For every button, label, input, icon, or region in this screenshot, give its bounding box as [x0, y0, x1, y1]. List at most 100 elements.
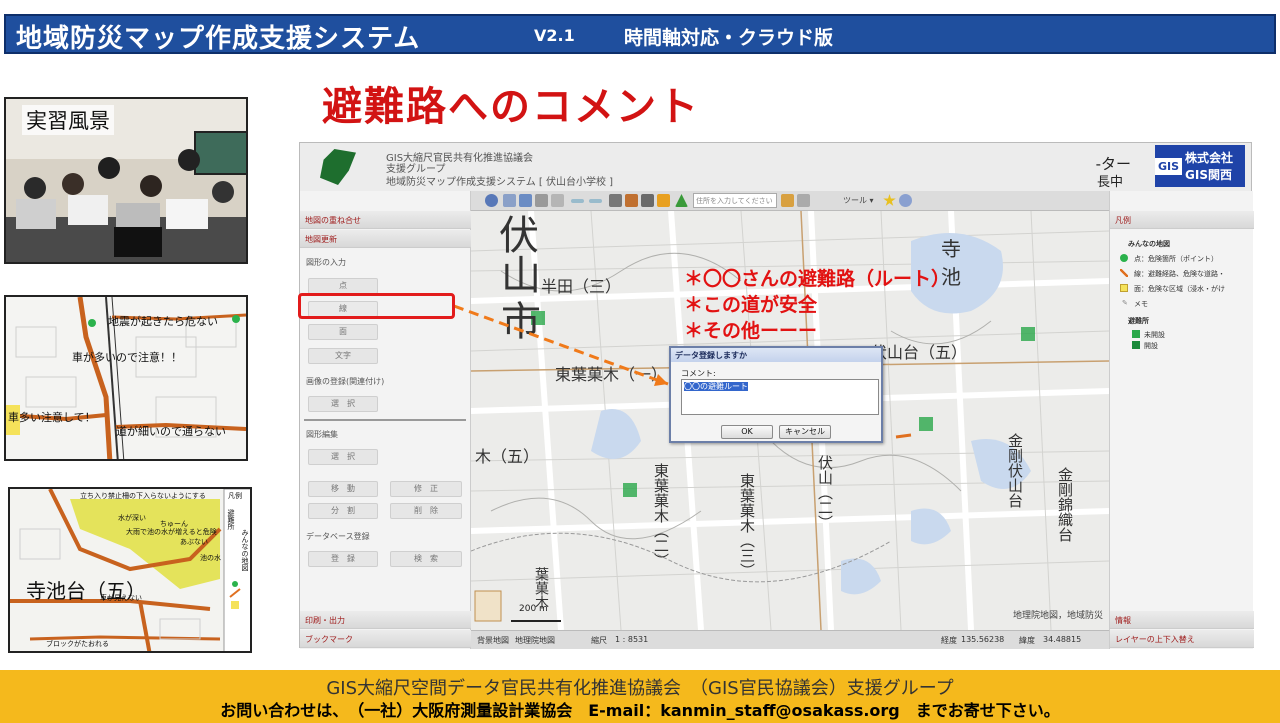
map3-note-5: あぶない	[180, 538, 208, 546]
section-overlay[interactable]: 地図の重ね合せ	[300, 211, 471, 229]
section-bookmark[interactable]: ブックマーク	[300, 630, 471, 648]
split-button[interactable]: 分 割	[308, 503, 378, 519]
zoom-icon[interactable]	[519, 194, 532, 207]
info-icon[interactable]	[485, 194, 498, 207]
legend-memo: メモ	[1134, 300, 1148, 308]
slide: 地域防災マップ作成支援システム V2.1 時間軸対応・クラウド版 避難路へのコメ…	[0, 0, 1280, 723]
header-right-2: 長中	[1096, 175, 1123, 190]
map-label-6: 寺	[941, 237, 961, 261]
line-button-highlight	[298, 293, 455, 319]
modify-button[interactable]: 修 正	[390, 481, 462, 497]
section-print[interactable]: 印刷・出力	[300, 611, 471, 629]
cancel-button[interactable]: キャンセル	[779, 425, 831, 439]
area-button[interactable]: 面	[308, 324, 378, 340]
label-shape-edit: 図形編集	[306, 430, 338, 439]
map-label-12: 金剛伏山台	[1006, 433, 1024, 508]
footer-contact: お問い合わせは、 （一社）大阪府測量設計業協会 E-mail：kanmin_st…	[220, 701, 1060, 720]
section-map-update[interactable]: 地図更新	[300, 230, 471, 248]
map-label-3: 市	[501, 299, 541, 345]
section-legend[interactable]: 凡例	[1110, 211, 1254, 229]
bg-map-select[interactable]: 地理院地図	[515, 635, 555, 646]
annotation-3: ＊その他ーーー	[684, 320, 818, 342]
layers-icon[interactable]	[625, 194, 638, 207]
distance-icon[interactable]	[589, 199, 602, 203]
map2-note-1: 地震が起きたら危ない	[108, 315, 218, 328]
photo-label: 実習風景	[22, 105, 114, 135]
move-button[interactable]: 移 動	[308, 481, 378, 497]
star-icon[interactable]	[883, 194, 896, 206]
map-label-11: 伏山（二）	[816, 455, 834, 530]
search-go-icon[interactable]	[781, 194, 794, 207]
label-db-register: データベース登録	[306, 532, 370, 541]
legend-group-shelter: 避難所	[1128, 317, 1149, 325]
map-label-4: 半田（三）	[541, 277, 622, 296]
edit-select-button[interactable]: 選 択	[308, 449, 378, 465]
save-icon[interactable]	[797, 194, 810, 207]
section-layer-order[interactable]: レイヤーの上下入替え	[1110, 630, 1254, 648]
ok-button[interactable]: OK	[721, 425, 773, 439]
help-icon[interactable]	[899, 194, 912, 207]
data-register-dialog: データ登録しますか コメント: 〇〇の避難ルート OK キャンセル	[669, 346, 883, 443]
point-button[interactable]: 点	[308, 278, 378, 294]
slide-title: 避難路へのコメント	[322, 84, 700, 130]
company-mark: GIS	[1155, 157, 1183, 175]
text-button[interactable]: 文字	[308, 348, 378, 364]
company-name: 株式会社GIS関西	[1185, 151, 1234, 182]
section-info[interactable]: 情報	[1110, 611, 1254, 629]
shelter-open-icon	[1132, 341, 1140, 349]
move-icon[interactable]	[657, 194, 670, 207]
lon-label: 経度	[941, 636, 957, 645]
comment-textarea[interactable]: 〇〇の避難ルート	[681, 379, 879, 415]
tool-menu[interactable]: ツール ▾	[843, 195, 874, 206]
warning-icon[interactable]	[675, 194, 688, 207]
map3-note-6: 池の水	[200, 554, 221, 562]
lat-label: 緯度	[1019, 636, 1035, 645]
footer: GIS大縮尺空間データ官民共有化推進協議会 （GIS官民協議会）支援グループ お…	[0, 670, 1280, 723]
route-map-thumbnail: 地震が起きたら危ない 車が多いので注意！！ 車多い注意して！ 道が細いので通らな…	[4, 295, 248, 461]
map3-note-2: 水が深い	[118, 514, 146, 522]
scale-value[interactable]: 1 : 8531	[615, 635, 648, 644]
legend-point: 点：危険箇所（ポイント）	[1134, 255, 1218, 263]
annotation-1: ＊〇〇さんの避難路（ルート）	[684, 268, 951, 290]
map3-legend-title: 凡例	[228, 492, 242, 500]
legend-line: 線：避難経路、危険な道路・	[1134, 270, 1225, 278]
shelter-closed-icon	[1132, 330, 1140, 338]
map-label-13: 金剛錦織台	[1056, 467, 1074, 542]
banner-title: 地域防災マップ作成支援システム	[16, 24, 421, 54]
map2-note-3: 車多い注意して！	[8, 411, 96, 424]
map-label-9: 東葉菓木（二）	[652, 463, 670, 568]
training-photo: 実習風景	[4, 97, 248, 264]
banner-subtitle: 時間軸対応・クラウド版	[624, 27, 834, 49]
label-shape-input: 図形の入力	[306, 258, 346, 267]
map3-legend-map: みんなの地図	[241, 529, 249, 571]
banner-version: V2.1	[534, 26, 575, 45]
panel-divider	[304, 419, 466, 421]
comment-text: 〇〇の避難ルート	[684, 382, 748, 391]
map-label-8: 伏山台（五）	[871, 343, 968, 362]
right-panel: 凡例 みんなの地図 点：危険箇所（ポイント） 線：避難経路、危険な道路・ 面：危…	[1109, 191, 1254, 649]
delete-button[interactable]: 削 除	[390, 503, 462, 519]
refresh-icon[interactable]	[551, 194, 564, 207]
register-button[interactable]: 登 録	[308, 551, 378, 567]
print-icon[interactable]	[609, 194, 622, 207]
map-label-10: 東葉菓木（三）	[738, 473, 756, 578]
address-search-input[interactable]: 住所を入力してください	[693, 193, 777, 208]
area-legend-icon	[1120, 284, 1128, 292]
region-logo-icon	[320, 149, 356, 185]
map-label-15: 葉菓木	[533, 567, 549, 609]
company-logo: GIS 株式会社GIS関西	[1155, 145, 1245, 187]
pan-icon[interactable]	[503, 194, 516, 207]
app-header: GIS大縮尺官民共有化推進協議会 支援グループ 地域防災マップ作成支援システム …	[300, 143, 1251, 191]
scale-label: 縮尺	[591, 636, 607, 645]
map3-note-1: 立ち入り禁止柵の下入らないようにする	[80, 492, 206, 500]
map-label-14: 木（五）	[475, 447, 540, 466]
search-button[interactable]: 検 索	[390, 551, 462, 567]
label-image-register: 画像の登録(関連付け)	[306, 377, 385, 386]
measure-icon[interactable]	[535, 194, 548, 207]
legend-area: 面：危険な区域（浸水・がけ	[1134, 285, 1225, 293]
line-tool-icon[interactable]	[571, 199, 584, 203]
header-banner: 地域防災マップ作成支援システム V2.1 時間軸対応・クラウド版	[4, 14, 1276, 54]
memo-legend-icon: ✎	[1122, 299, 1128, 307]
grid-icon[interactable]	[641, 194, 654, 207]
image-select-button[interactable]: 選 択	[308, 396, 378, 412]
